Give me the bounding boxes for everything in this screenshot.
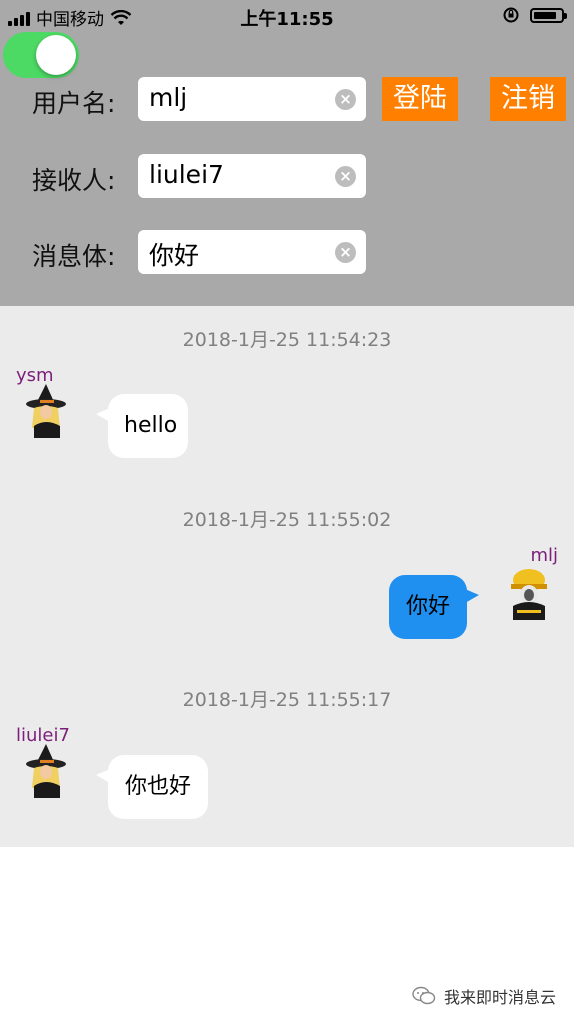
- message-text: 你也好: [124, 774, 191, 799]
- username-field[interactable]: mlj ×: [138, 77, 366, 121]
- bubble-tail: [465, 589, 479, 603]
- login-panel: 用户名: mlj × 登陆 注销 接收人: liulei7 × 消息体: 你好 …: [0, 32, 574, 306]
- firefighter-avatar-icon: [511, 569, 547, 620]
- message-label: 消息体:: [32, 242, 116, 271]
- sender-name: mlj: [530, 545, 558, 566]
- message-value: 你好: [149, 241, 200, 270]
- message-field[interactable]: 你好 ×: [138, 230, 366, 274]
- clear-icon[interactable]: ×: [335, 242, 356, 263]
- witch-avatar-icon: [26, 744, 66, 798]
- battery-icon: [530, 7, 567, 23]
- message-text: hello: [124, 413, 178, 438]
- status-right: [502, 6, 567, 24]
- watermark: 我来即时消息云: [412, 984, 556, 1008]
- toggle-knob[interactable]: [36, 35, 76, 75]
- chat-area[interactable]: 2018-1月-25 11:54:23 ysm hello 2018-1月-25…: [0, 306, 574, 847]
- watermark-text: 我来即时消息云: [443, 988, 556, 1007]
- recipient-value: liulei7: [149, 160, 224, 189]
- username-label: 用户名:: [32, 89, 116, 118]
- logout-button[interactable]: 注销: [490, 77, 566, 121]
- bubble-tail: [96, 769, 110, 783]
- status-time: 上午11:55: [240, 9, 334, 30]
- witch-avatar-icon: [26, 384, 66, 438]
- message-bubble[interactable]: 你好: [389, 575, 479, 639]
- login-button[interactable]: 登陆: [382, 77, 458, 121]
- wechat-icon: [412, 986, 436, 1005]
- message-bubble[interactable]: 你也好: [96, 755, 208, 819]
- orientation-lock-icon: [503, 7, 519, 23]
- message-timestamp: 2018-1月-25 11:55:02: [182, 509, 392, 531]
- username-value: mlj: [149, 83, 188, 112]
- message-bubble[interactable]: hello: [96, 394, 188, 458]
- toggle-switch[interactable]: [3, 32, 79, 78]
- recipient-field[interactable]: liulei7 ×: [138, 154, 366, 198]
- status-bar: 中国移动 上午11:55: [0, 0, 574, 32]
- message-text: 你好: [405, 594, 450, 619]
- clear-icon[interactable]: ×: [335, 89, 356, 110]
- bubble-tail: [96, 408, 110, 422]
- clear-icon[interactable]: ×: [335, 166, 356, 187]
- message-timestamp: 2018-1月-25 11:54:23: [182, 329, 392, 351]
- message-timestamp: 2018-1月-25 11:55:17: [182, 689, 392, 711]
- recipient-label: 接收人:: [32, 166, 116, 195]
